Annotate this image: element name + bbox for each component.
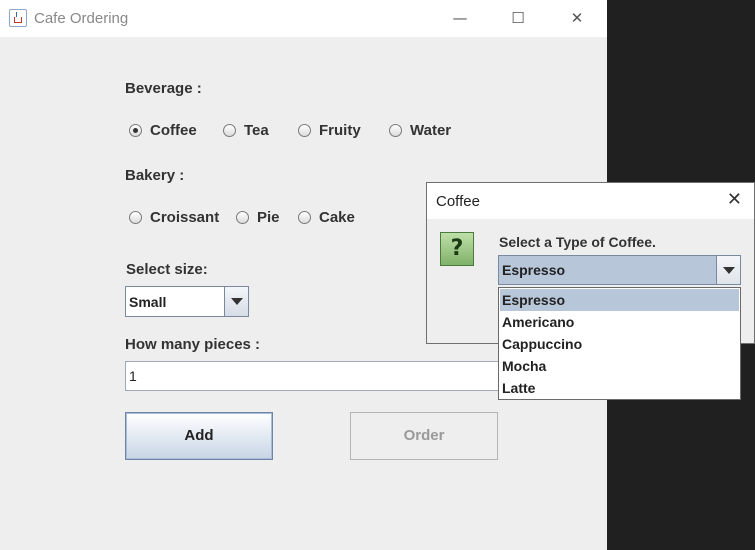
radio-label: Tea: [244, 122, 269, 139]
radio-label: Croissant: [150, 209, 220, 226]
size-value: Small: [129, 294, 167, 310]
radio-label: Pie: [257, 209, 280, 226]
pieces-label: How many pieces :: [125, 336, 261, 353]
size-label: Select size:: [126, 261, 208, 278]
radio-label: Coffee: [150, 122, 197, 139]
beverage-label: Beverage :: [125, 80, 202, 97]
radio-tea[interactable]: Tea: [223, 122, 269, 139]
title-bar: Cafe Ordering — ☐ ✕: [0, 0, 607, 37]
chevron-down-icon[interactable]: [224, 287, 248, 316]
option-espresso[interactable]: Espresso: [500, 289, 739, 311]
question-icon: ?: [440, 232, 474, 266]
coffee-type-value: Espresso: [502, 262, 566, 278]
option-latte[interactable]: Latte: [500, 377, 739, 399]
radio-label: Fruity: [319, 122, 361, 139]
close-button[interactable]: ✕: [548, 0, 606, 37]
dialog-prompt: Select a Type of Coffee.: [499, 234, 656, 250]
radio-coffee[interactable]: Coffee: [129, 122, 197, 139]
radio-circle: [236, 211, 249, 224]
pieces-input[interactable]: [129, 363, 499, 389]
radio-circle: [129, 211, 142, 224]
radio-circle: [223, 124, 236, 137]
window-title: Cafe Ordering: [34, 10, 129, 27]
radio-label: Water: [410, 122, 452, 139]
radio-label: Cake: [319, 209, 355, 226]
radio-pie[interactable]: Pie: [236, 209, 280, 226]
order-button[interactable]: Order: [350, 412, 498, 460]
dialog-close-button[interactable]: ✕: [727, 189, 742, 210]
radio-circle: [298, 124, 311, 137]
dialog-title: Coffee: [436, 193, 480, 210]
radio-cake[interactable]: Cake: [298, 209, 355, 226]
bakery-label: Bakery :: [125, 167, 185, 184]
dialog-title-bar: Coffee ✕: [427, 183, 754, 219]
maximize-button[interactable]: ☐: [489, 0, 547, 37]
option-cappuccino[interactable]: Cappuccino: [500, 333, 739, 355]
radio-water[interactable]: Water: [389, 122, 451, 139]
radio-circle: [129, 124, 142, 137]
coffee-type-combo[interactable]: Espresso: [498, 255, 741, 285]
radio-croissant[interactable]: Croissant: [129, 209, 219, 226]
radio-fruity[interactable]: Fruity: [298, 122, 361, 139]
size-combo[interactable]: Small: [125, 286, 249, 317]
coffee-options-list: Espresso Americano Cappuccino Mocha Latt…: [498, 287, 741, 400]
pieces-field[interactable]: [125, 361, 505, 391]
minimize-button[interactable]: —: [431, 0, 489, 37]
radio-circle: [389, 124, 402, 137]
radio-circle: [298, 211, 311, 224]
option-americano[interactable]: Americano: [500, 311, 739, 333]
option-mocha[interactable]: Mocha: [500, 355, 739, 377]
chevron-down-icon[interactable]: [716, 256, 740, 284]
java-app-icon: [9, 9, 27, 27]
add-button[interactable]: Add: [125, 412, 273, 460]
